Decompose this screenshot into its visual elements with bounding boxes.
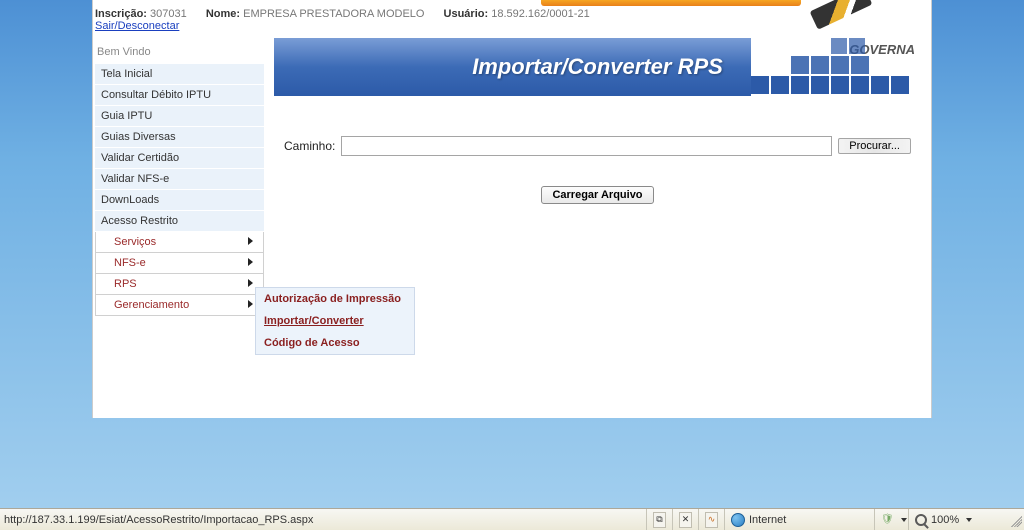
status-phishing-cell[interactable]: ✕ <box>672 509 698 530</box>
info-bar: Inscrição: 307031 Nome: EMPRESA PRESTADO… <box>93 0 931 34</box>
flyout-autorizacao-impressao[interactable]: Autorização de Impressão <box>256 288 414 310</box>
menu-validar-certidao[interactable]: Validar Certidão <box>95 148 264 169</box>
rps-flyout-menu: Autorização de Impressão Importar/Conver… <box>255 287 415 355</box>
load-file-button[interactable]: Carregar Arquivo <box>541 186 653 204</box>
nome-label: Nome: <box>206 8 240 20</box>
submenu-servicos-label: Serviços <box>114 236 156 248</box>
status-popup-cell[interactable]: ⧉ <box>646 509 672 530</box>
submenu-nfse-label: NFS-e <box>114 257 146 269</box>
menu-downloads[interactable]: DownLoads <box>95 190 264 211</box>
chevron-down-icon <box>966 518 972 522</box>
menu-validar-nfse[interactable]: Validar NFS-e <box>95 169 264 190</box>
status-zoom-text: 100% <box>931 514 959 526</box>
menu-guias-diversas[interactable]: Guias Diversas <box>95 127 264 148</box>
status-protected-cell[interactable]: 🛡 <box>874 509 908 530</box>
inscricao-label: Inscrição: <box>95 8 147 20</box>
status-url: http://187.33.1.199/Esiat/AcessoRestrito… <box>0 514 646 526</box>
nome-value: EMPRESA PRESTADORA MODELO <box>243 8 424 20</box>
disconnect-link[interactable]: Sair/Desconectar <box>95 20 179 32</box>
submenu-servicos[interactable]: Serviços <box>95 232 264 253</box>
protected-mode-icon: 🛡 <box>881 514 894 525</box>
phishing-filter-icon: ✕ <box>679 512 692 528</box>
path-input[interactable] <box>341 136 832 156</box>
decorative-orange-bar <box>541 0 801 6</box>
menu-guia-iptu[interactable]: Guia IPTU <box>95 106 264 127</box>
inscricao-value: 307031 <box>150 8 187 20</box>
status-zone-cell[interactable]: Internet <box>724 509 874 530</box>
main-area: Importar/Converter RPS GOVERNA <box>268 34 931 316</box>
submenu-rps-label: RPS <box>114 278 137 290</box>
status-zoom-cell[interactable]: 100% <box>908 509 1008 530</box>
form-area: Caminho: Procurar... Carregar Arquivo <box>274 96 921 214</box>
arrow-right-icon <box>248 258 253 266</box>
chevron-down-icon <box>901 518 907 522</box>
globe-icon <box>731 513 745 527</box>
arrow-right-icon <box>248 300 253 308</box>
menu-consultar-debito-iptu[interactable]: Consultar Débito IPTU <box>95 85 264 106</box>
page-container: Inscrição: 307031 Nome: EMPRESA PRESTADO… <box>92 0 932 418</box>
page-banner: Importar/Converter RPS GOVERNA <box>274 38 921 96</box>
feed-icon: ∿ <box>705 512 718 528</box>
submenu-gerenciamento-label: Gerenciamento <box>114 299 189 311</box>
menu-tela-inicial[interactable]: Tela Inicial <box>95 64 264 85</box>
popup-blocker-icon: ⧉ <box>653 512 666 528</box>
usuario-value: 18.592.162/0001-21 <box>491 8 589 20</box>
welcome-label: Bem Vindo <box>95 40 264 64</box>
browse-button[interactable]: Procurar... <box>838 138 911 154</box>
menu-acesso-restrito[interactable]: Acesso Restrito <box>95 211 264 232</box>
arrow-right-icon <box>248 237 253 245</box>
submenu-nfse[interactable]: NFS-e <box>95 253 264 274</box>
sidebar: Bem Vindo Tela Inicial Consultar Débito … <box>93 34 268 316</box>
banner-squares-decoration: GOVERNA <box>751 38 921 96</box>
submenu-gerenciamento[interactable]: Gerenciamento <box>95 295 264 316</box>
submenu-rps[interactable]: RPS <box>95 274 264 295</box>
flyout-codigo-acesso[interactable]: Código de Acesso <box>256 332 414 354</box>
browser-statusbar: http://187.33.1.199/Esiat/AcessoRestrito… <box>0 508 1024 530</box>
path-label: Caminho: <box>284 139 335 153</box>
zoom-icon <box>915 514 927 526</box>
status-zone-text: Internet <box>749 514 786 526</box>
banner-title: Importar/Converter RPS <box>472 54 723 80</box>
arrow-right-icon <box>248 279 253 287</box>
status-feed-cell[interactable]: ∿ <box>698 509 724 530</box>
usuario-label: Usuário: <box>444 8 489 20</box>
resize-grip[interactable] <box>1008 513 1022 527</box>
flyout-importar-converter[interactable]: Importar/Converter <box>256 310 414 332</box>
